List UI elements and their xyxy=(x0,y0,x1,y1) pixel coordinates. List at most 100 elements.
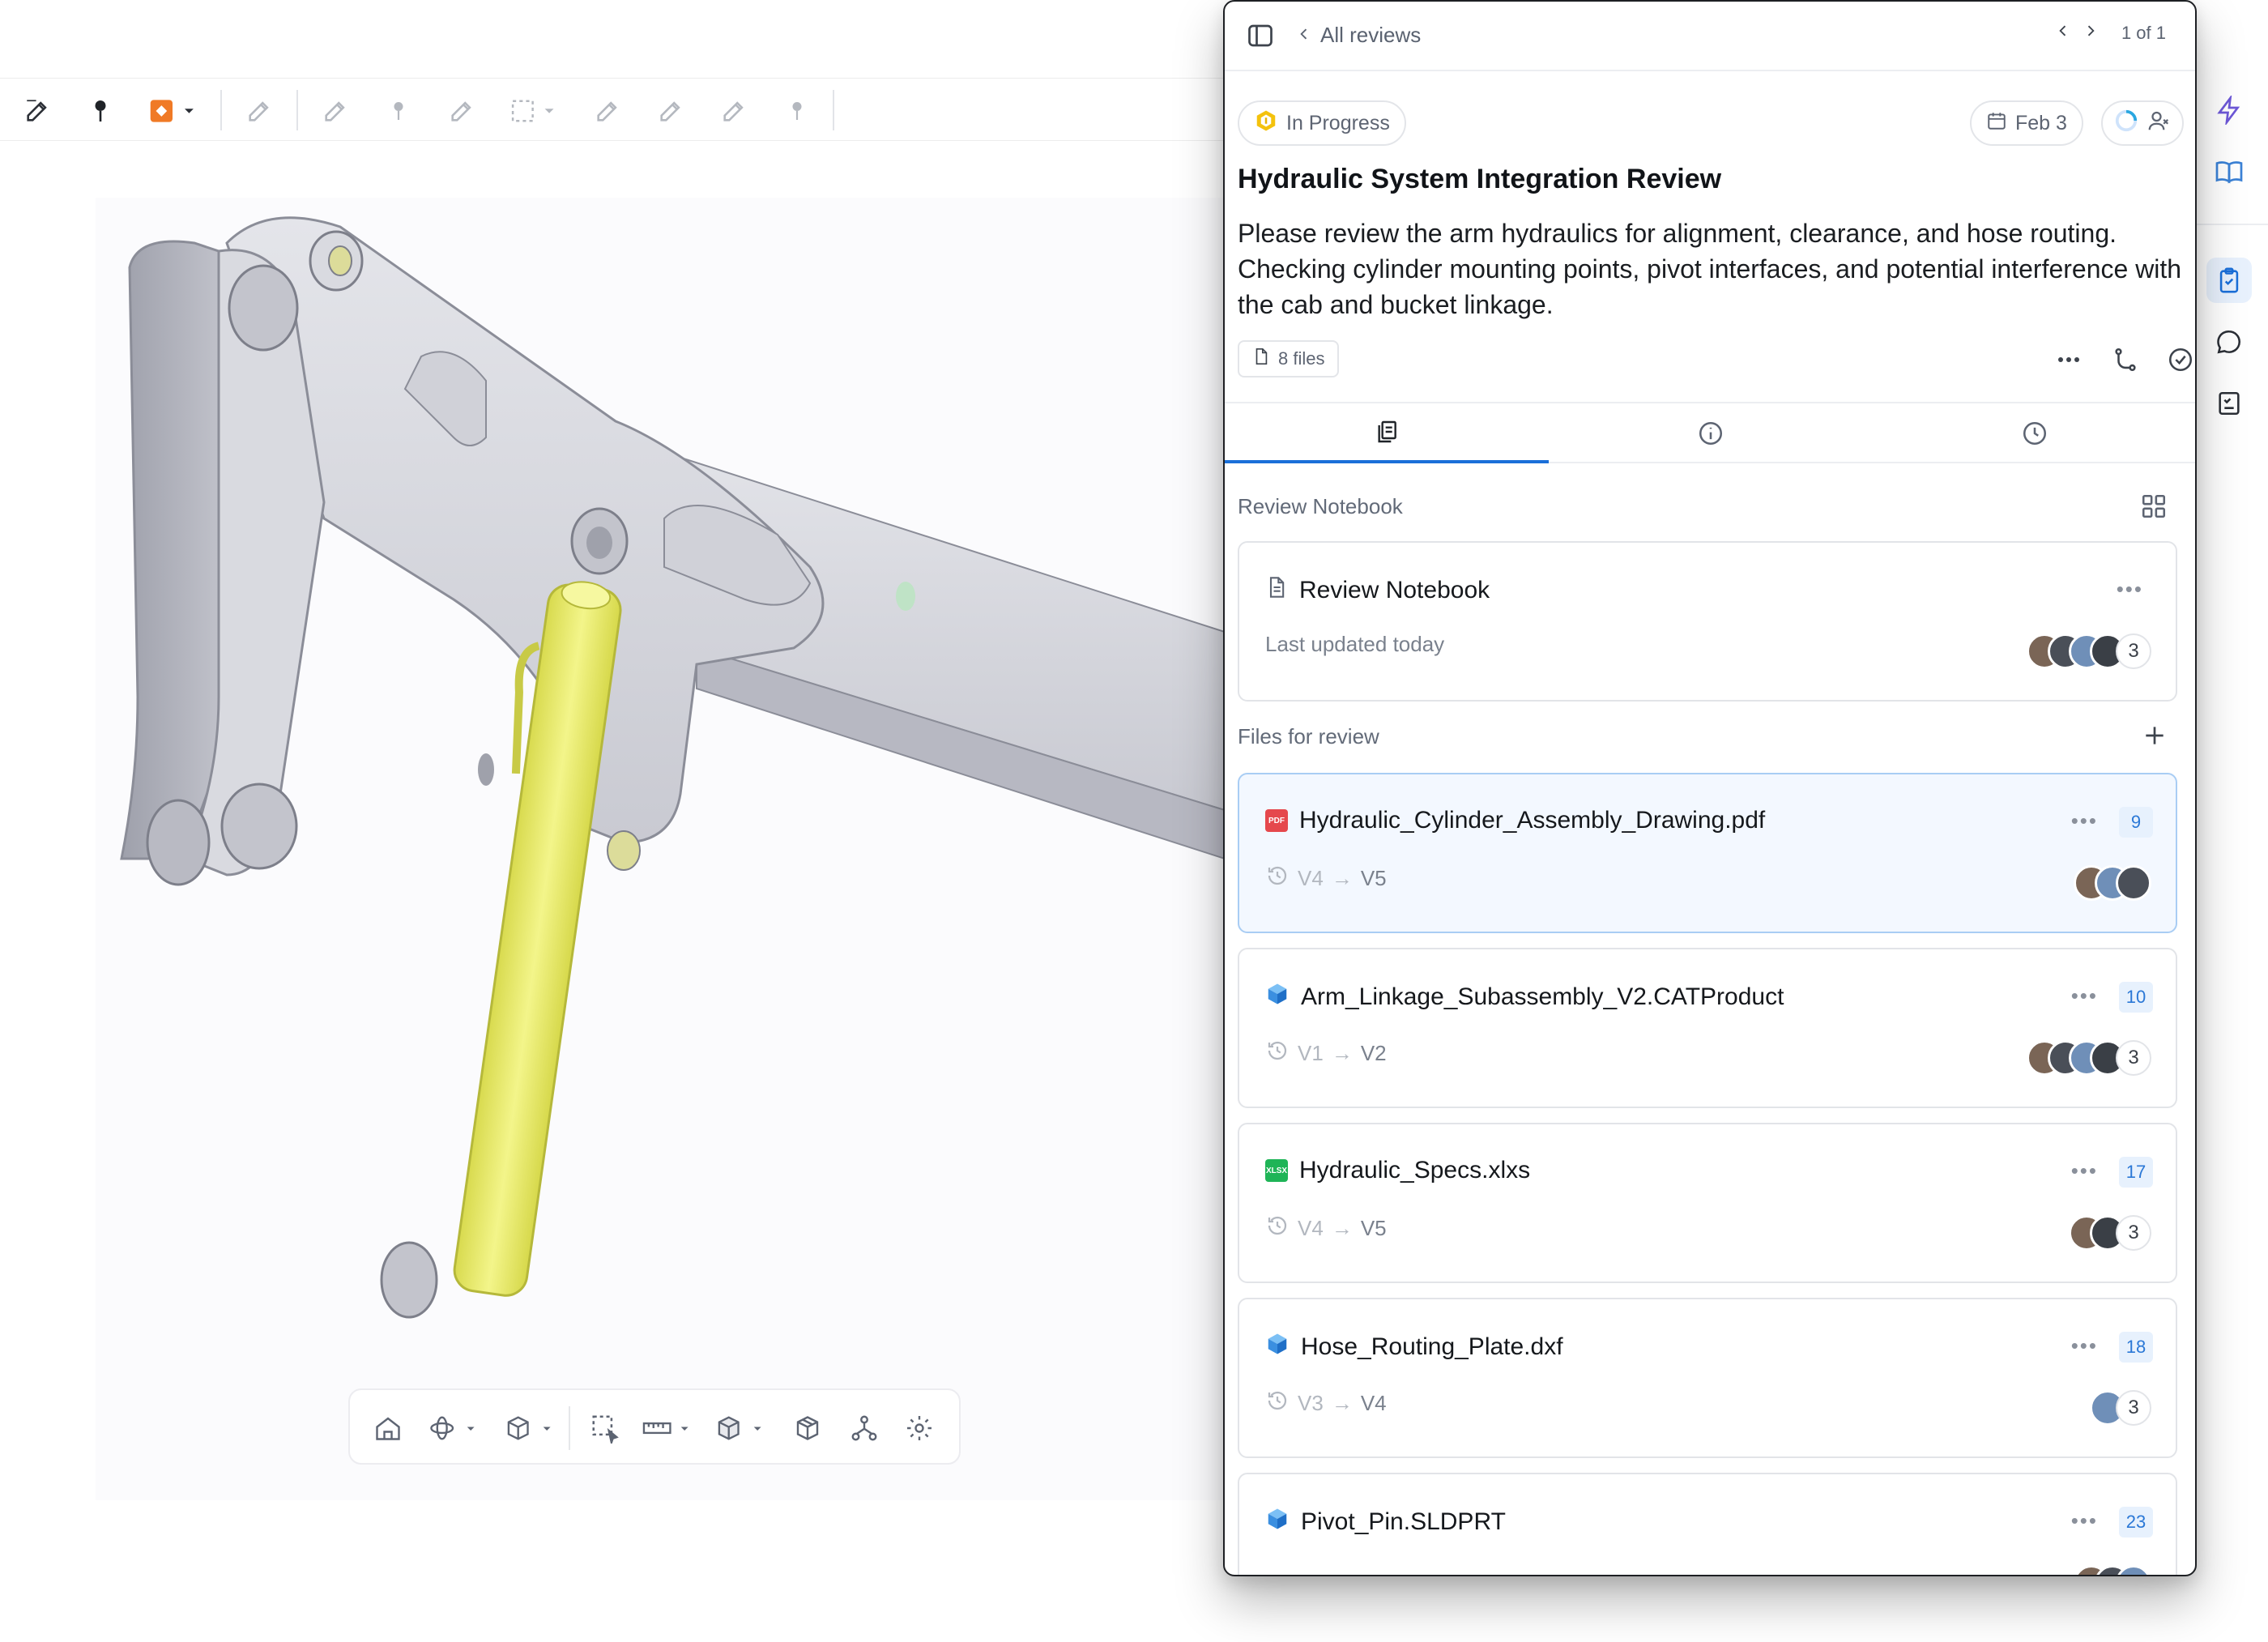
all-reviews-link[interactable]: All reviews xyxy=(1296,23,1421,48)
version-history-icon xyxy=(1265,864,1290,894)
file-name: Hydraulic_Cylinder_Assembly_Drawing.pdf xyxy=(1299,807,1766,834)
notebook-card[interactable]: Review Notebook ••• Last updated today 3 xyxy=(1238,541,2177,702)
notebook-title: Review Notebook xyxy=(1265,575,1490,606)
rail-divider xyxy=(2197,224,2268,225)
workflow-icon[interactable] xyxy=(2108,342,2143,377)
viewport-margin xyxy=(0,141,96,1500)
file-card[interactable]: Pivot_Pin.SLDPRT ••• 23 xyxy=(1238,1473,2177,1575)
pin-icon[interactable] xyxy=(83,93,118,129)
review-pager: 1 of 1 xyxy=(2055,23,2166,44)
file-name: Arm_Linkage_Subassembly_V2.CATProduct xyxy=(1301,983,1784,1010)
review-clipboard-icon[interactable] xyxy=(2206,258,2252,303)
in-progress-icon xyxy=(1254,109,1278,139)
comment-count-badge: 23 xyxy=(2119,1507,2153,1538)
notebook-reviewers: 3 xyxy=(2027,633,2151,669)
explode-icon[interactable] xyxy=(787,1408,828,1448)
pdf-file-icon: PDF xyxy=(1265,809,1288,832)
xlsx-file-icon: XLSX xyxy=(1265,1159,1288,1182)
cube-icon[interactable] xyxy=(501,1408,557,1448)
file-card[interactable]: Hose_Routing_Plate.dxf ••• 18 V3 → V4 3 xyxy=(1238,1298,2177,1458)
file-more-icon[interactable]: ••• xyxy=(2071,808,2098,834)
due-date-label: Feb 3 xyxy=(2015,111,2067,134)
reviewer-count: 3 xyxy=(2116,633,2151,669)
grid-view-icon[interactable] xyxy=(2140,493,2168,524)
pencil-icon[interactable] xyxy=(241,93,277,129)
notebook-section-label: Review Notebook xyxy=(1238,494,1403,518)
file-more-icon[interactable]: ••• xyxy=(2071,983,2098,1009)
pencil-icon[interactable] xyxy=(19,93,55,129)
next-review-icon[interactable] xyxy=(2083,23,2099,44)
settings-icon[interactable] xyxy=(899,1408,940,1448)
file-more-icon[interactable]: ••• xyxy=(2071,1333,2098,1358)
annotation-toolbar xyxy=(0,78,1225,141)
app-stage: All reviews 1 of 1 In Progress Feb 3 Hyd… xyxy=(0,0,2268,1642)
checklist-icon[interactable] xyxy=(2206,381,2252,426)
book-icon[interactable] xyxy=(2206,149,2252,194)
file-title: Pivot_Pin.SLDPRT xyxy=(1265,1507,1506,1538)
pencil-icon[interactable] xyxy=(318,93,353,129)
section-cube-icon[interactable] xyxy=(711,1408,768,1448)
home-icon[interactable] xyxy=(368,1408,408,1448)
box-select-icon[interactable] xyxy=(585,1408,625,1448)
notebook-updated: Last updated today xyxy=(1265,632,1445,656)
file-title: Hose_Routing_Plate.dxf xyxy=(1265,1332,1563,1363)
comment-count-badge: 18 xyxy=(2119,1332,2153,1363)
assignees-chip[interactable] xyxy=(2101,100,2184,146)
version-history-icon xyxy=(1265,1039,1290,1068)
comment-count-badge: 9 xyxy=(2119,807,2153,838)
selection-icon[interactable] xyxy=(505,93,562,129)
view-toolbar xyxy=(348,1388,961,1465)
panel-tabs xyxy=(1225,402,2195,463)
file-reviewers: 3 xyxy=(2090,1390,2151,1426)
add-file-icon[interactable] xyxy=(2142,723,2168,753)
shape-fill-icon[interactable] xyxy=(144,93,201,129)
version-from: V1 xyxy=(1298,1041,1324,1065)
version-from: V4 xyxy=(1298,866,1324,890)
notebook-title-label: Review Notebook xyxy=(1299,577,1490,603)
pencil-icon[interactable] xyxy=(653,93,688,129)
notebook-more-icon[interactable]: ••• xyxy=(2117,577,2143,602)
sidebar-toggle-icon[interactable] xyxy=(1246,21,1275,54)
file-card[interactable]: XLSX Hydraulic_Specs.xlxs ••• 17 V4 → V5 3 xyxy=(1238,1123,2177,1283)
file-more-icon[interactable]: ••• xyxy=(2071,1508,2098,1533)
reviewer-count: 3 xyxy=(2116,1040,2151,1076)
pencil-icon[interactable] xyxy=(444,93,480,129)
pin-icon[interactable] xyxy=(779,93,815,129)
status-badge[interactable]: In Progress xyxy=(1238,100,1406,146)
arrow-right-icon: → xyxy=(1331,866,1353,890)
due-date-chip[interactable]: Feb 3 xyxy=(1970,100,2083,146)
files-count-chip[interactable]: 8 files xyxy=(1238,340,1340,377)
file-reviewers xyxy=(2074,1565,2151,1575)
file-icon xyxy=(1252,347,1270,371)
chevron-left-icon xyxy=(1296,23,1312,48)
measure-icon[interactable] xyxy=(638,1408,695,1448)
file-card[interactable]: PDF Hydraulic_Cylinder_Assembly_Drawing.… xyxy=(1238,773,2177,933)
version-to: V5 xyxy=(1360,1216,1387,1240)
version-change: V4 → V5 xyxy=(1265,1213,1387,1243)
pin-icon[interactable] xyxy=(381,93,416,129)
version-to: V5 xyxy=(1360,866,1387,890)
file-card[interactable]: Arm_Linkage_Subassembly_V2.CATProduct ••… xyxy=(1238,948,2177,1108)
file-reviewers xyxy=(2074,865,2151,901)
prev-review-icon[interactable] xyxy=(2055,23,2071,44)
excavator-arm-model[interactable] xyxy=(0,194,1225,1345)
pencil-icon[interactable] xyxy=(590,93,625,129)
comment-icon[interactable] xyxy=(2206,319,2252,365)
version-from: V4 xyxy=(1298,1216,1324,1240)
tree-icon[interactable] xyxy=(844,1408,885,1448)
status-label: In Progress xyxy=(1286,111,1390,134)
file-reviewers: 3 xyxy=(2027,1040,2151,1076)
history-tab[interactable] xyxy=(1873,403,2195,463)
complete-check-icon[interactable] xyxy=(2163,342,2195,377)
more-options-icon[interactable] xyxy=(2051,342,2087,377)
comment-count-badge: 17 xyxy=(2119,1157,2153,1188)
file-more-icon[interactable]: ••• xyxy=(2071,1158,2098,1184)
version-to: V4 xyxy=(1360,1391,1387,1415)
orbit-icon[interactable] xyxy=(424,1408,481,1448)
file-name: Hose_Routing_Plate.dxf xyxy=(1301,1333,1563,1360)
pencil-icon[interactable] xyxy=(716,93,752,129)
file-title: XLSX Hydraulic_Specs.xlxs xyxy=(1265,1157,1530,1184)
info-tab[interactable] xyxy=(1549,403,1873,463)
lightning-icon[interactable] xyxy=(2206,87,2252,133)
files-tab[interactable] xyxy=(1225,403,1549,463)
